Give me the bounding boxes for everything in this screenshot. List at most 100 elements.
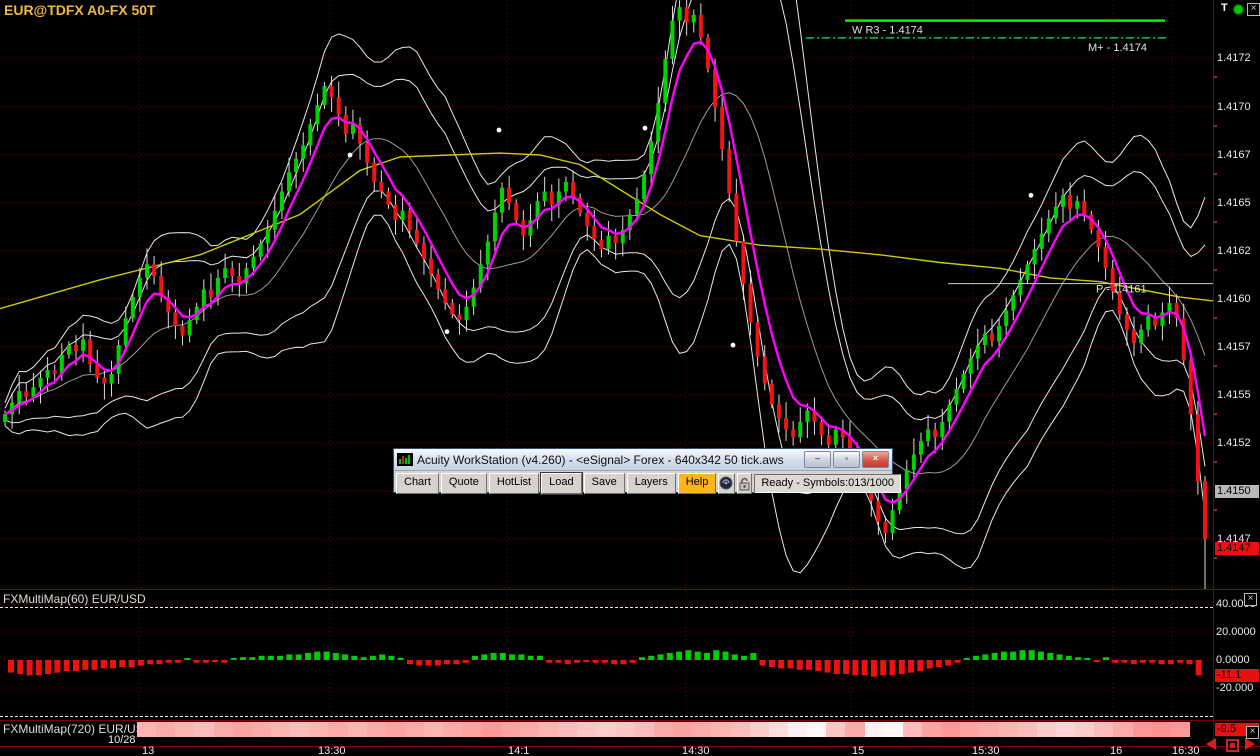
heatmap-segment: [865, 722, 885, 737]
minimize-button[interactable]: –: [804, 451, 831, 468]
heatmap-segment: [405, 722, 425, 737]
heatmap-segment: [979, 722, 999, 737]
fxmultimap60-close-icon[interactable]: ×: [1244, 593, 1257, 606]
heatmap-segment: [596, 722, 616, 737]
heatmap-segment: [424, 722, 444, 737]
window-title-bar[interactable]: Acuity WorkStation (v4.260) - <eSignal> …: [394, 449, 892, 471]
heatmap-segment: [654, 722, 674, 737]
toolbar-button-chart[interactable]: Chart: [396, 473, 439, 494]
prev-price-marker: 1.4150: [1215, 485, 1259, 498]
price-axis-label: 1.4152: [1217, 437, 1251, 449]
heatmap-segment: [1018, 722, 1038, 737]
heatmap-segment: [271, 722, 291, 737]
price-axis-label: 1.4160: [1217, 293, 1251, 305]
heatmap-segment: [137, 722, 157, 737]
heatmap-segment: [769, 722, 789, 737]
heatmap-segment: [156, 722, 176, 737]
heatmap-segment: [750, 722, 770, 737]
toolbar-button-save[interactable]: Save: [584, 473, 625, 494]
panel-divider: [0, 720, 1260, 721]
heatmap-segment: [711, 722, 731, 737]
heatmap-segment: [1037, 722, 1057, 737]
toolbar-button-hotlist[interactable]: HotList: [489, 473, 539, 494]
restore-button[interactable]: ▫: [833, 451, 860, 468]
chart-tool-button[interactable]: T: [1221, 2, 1228, 14]
svg-text:P - 1.4161: P - 1.4161: [1096, 284, 1147, 296]
scroll-left-arrow[interactable]: [1206, 738, 1216, 750]
heatmap-segment: [558, 722, 578, 737]
toolbar-button-load[interactable]: Load: [541, 473, 581, 494]
price-axis-label: 1.4165: [1217, 197, 1251, 209]
toolbar-button-layers[interactable]: Layers: [627, 473, 676, 494]
heatmap-segment: [367, 722, 387, 737]
indicator-axis-label: -20.000: [1216, 682, 1253, 694]
fxmultimap60-title: FXMultiMap(60) EUR/USD: [3, 592, 146, 606]
time-axis-label: 14:30: [682, 745, 710, 756]
fxmultimap60-histogram: [0, 591, 1213, 720]
heatmap-segment: [1171, 722, 1191, 737]
heatmap-segment: [462, 722, 482, 737]
main-price-chart: W R3 - 1.4174 M+ - 1.4174 P - 1.4161: [0, 0, 1213, 589]
heatmap-segment: [1075, 722, 1095, 737]
acuity-workstation-screen: W R3 - 1.4174 M+ - 1.4174 P - 1.4161 EUR@T…: [0, 0, 1260, 756]
upper-threshold-line: [0, 607, 1213, 608]
heatmap-segment: [290, 722, 310, 737]
heatmap-segment: [348, 722, 368, 737]
time-axis-label: 14:1: [508, 745, 529, 756]
grid-layer: [0, 0, 1213, 589]
heatmap-segment: [386, 722, 406, 737]
indicator-axis-label: 0.0000: [1216, 654, 1250, 666]
svg-text:M+ - 1.4174: M+ - 1.4174: [1088, 42, 1147, 54]
time-axis-label: 16: [1110, 745, 1122, 756]
heatmap-segment: [692, 722, 712, 737]
svg-text:W R3 - 1.4174: W R3 - 1.4174: [852, 25, 923, 37]
candles-layer: [3, 0, 1207, 589]
panel-divider: [0, 589, 1260, 590]
lock-icon[interactable]: [737, 473, 752, 494]
heatmap-segment: [922, 722, 942, 737]
toolbar-button-quote[interactable]: Quote: [441, 473, 487, 494]
toolbar-button-help[interactable]: Help: [678, 473, 717, 494]
heatmap-segment: [1094, 722, 1114, 737]
date-label: 10/28: [108, 734, 136, 746]
scroll-home-button[interactable]: [1226, 739, 1239, 752]
heatmap-segment: [845, 722, 865, 737]
heatmap-segment: [673, 722, 693, 737]
main-chart-close-icon[interactable]: ×: [1247, 3, 1260, 16]
heatmap-segment: [807, 722, 827, 737]
time-axis-label: 16:30: [1172, 745, 1200, 756]
price-axis-label: 1.4172: [1217, 52, 1251, 64]
heatmap-segment: [1113, 722, 1133, 737]
heatmap-segment: [577, 722, 597, 737]
heatmap-segment: [539, 722, 559, 737]
heatmap-segment: [941, 722, 961, 737]
heatmap-segment: [903, 722, 923, 737]
scroll-home-dot: [1230, 743, 1235, 748]
heatmap-segment: [443, 722, 463, 737]
connect-icon[interactable]: [718, 473, 735, 494]
histogram-bars-layer: [8, 650, 1202, 677]
price-axis-label: 1.4157: [1217, 341, 1251, 353]
time-axis-label: 13: [142, 745, 154, 756]
panel-divider: [0, 746, 1260, 747]
fxmultimap720-heatmap: [0, 722, 1213, 737]
heatmap-segment: [175, 722, 195, 737]
fxmultimap60-value-badge: -11.1: [1215, 669, 1259, 682]
acuity-toolbar-window[interactable]: Acuity WorkStation (v4.260) - <eSignal> …: [393, 448, 893, 493]
heatmap-segment: [309, 722, 329, 737]
price-axis-label: 1.4162: [1217, 245, 1251, 257]
toolbar-button-row: ChartQuoteHotListLoadSaveLayersHelp Read…: [394, 471, 892, 496]
close-button[interactable]: ×: [862, 451, 889, 468]
time-axis-label: 15:30: [972, 745, 1000, 756]
last-price-marker: 1.4147: [1215, 542, 1259, 555]
heatmap-segment: [252, 722, 272, 737]
heatmap-segment: [884, 722, 904, 737]
heatmap-segment: [826, 722, 846, 737]
status-bar: Ready - Symbols:013/1000: [754, 474, 901, 493]
indicator-axis-label: 20.0000: [1216, 626, 1256, 638]
scroll-right-arrow[interactable]: [1245, 738, 1255, 750]
heatmap-segment: [731, 722, 751, 737]
symbol-title: EUR@TDFX A0-FX 50T: [4, 2, 156, 18]
price-axis-label: 1.4170: [1217, 101, 1251, 113]
heatmap-segment: [1133, 722, 1153, 737]
